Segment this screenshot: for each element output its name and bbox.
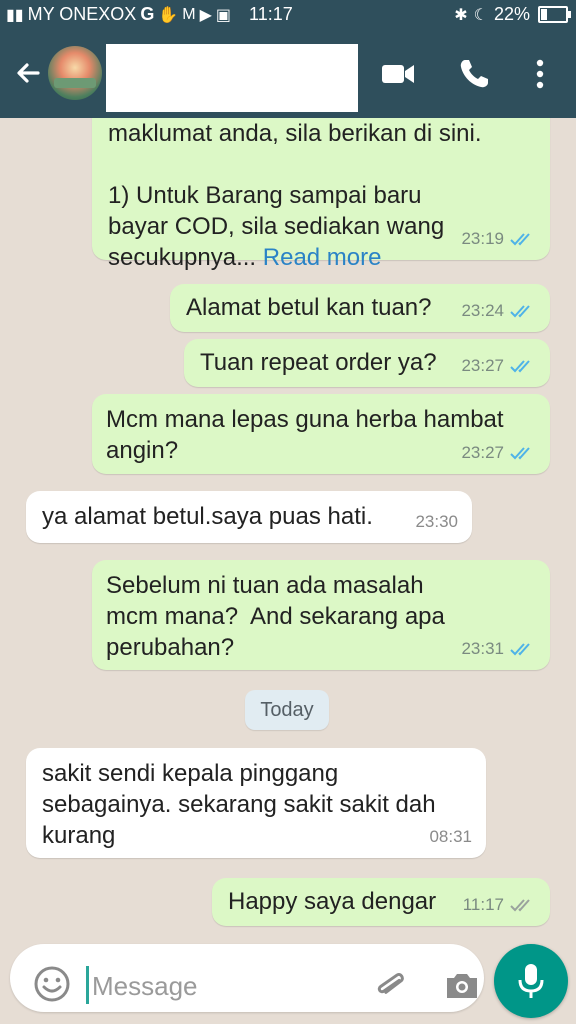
- message-meta: 11:17: [463, 889, 536, 920]
- microphone-icon[interactable]: [494, 944, 568, 1018]
- paperclip-icon[interactable]: [370, 966, 410, 1006]
- message-meta: 08:31: [429, 821, 472, 852]
- more-vertical-icon[interactable]: [522, 56, 558, 92]
- message-text: Mcm mana lepas guna herba hambat angin?: [106, 406, 504, 464]
- message-time: 23:31: [461, 639, 504, 658]
- message-time: 23:24: [461, 301, 504, 320]
- read-more-link[interactable]: Read more: [256, 244, 382, 271]
- status-time: 11:17: [249, 4, 293, 24]
- emoji-icon[interactable]: [32, 964, 72, 1004]
- message-text: Happy saya dengar: [228, 888, 437, 915]
- contact-name-redacted[interactable]: [106, 44, 358, 112]
- double-check-icon: [510, 304, 530, 317]
- camera-icon[interactable]: [442, 966, 482, 1006]
- double-check-icon: [510, 232, 530, 245]
- double-check-icon: [510, 898, 530, 911]
- message-time: 23:27: [461, 443, 504, 462]
- image-icon: ▣: [215, 6, 232, 24]
- battery-percent: 22%: [493, 4, 530, 24]
- message-text: ya alamat betul.saya puas hati.: [42, 503, 373, 530]
- message-input-container[interactable]: [10, 944, 484, 1012]
- message-bubble[interactable]: Sebelum ni tuan ada masalah mcm mana? An…: [92, 560, 550, 670]
- message-text: Alamat betul kan tuan?: [186, 294, 432, 321]
- bluetooth-icon: ✱: [454, 6, 468, 24]
- double-check-icon: [510, 359, 530, 372]
- message-bubble[interactable]: Happy saya dengar 11:17: [212, 878, 550, 926]
- carrier-name: MY ONEXOX: [27, 4, 137, 24]
- status-bar: ▮▮ MY ONEXOX G ✋ M ▶ ▣ 11:17 ✱ ☾ 22%: [0, 0, 576, 30]
- message-meta: 23:24: [461, 295, 536, 326]
- message-time: 23:27: [461, 356, 504, 375]
- message-meta: 23:30: [415, 506, 458, 537]
- message-bubble[interactable]: Tuan repeat order ya? 23:27: [184, 339, 550, 387]
- play-icon: ▶: [199, 6, 212, 24]
- night-mode-icon: ☾: [473, 6, 488, 24]
- message-time: 23:30: [415, 512, 458, 531]
- chat-header: [0, 30, 576, 118]
- contact-avatar[interactable]: [48, 46, 102, 100]
- message-time: 11:17: [462, 895, 504, 914]
- arrow-left-icon[interactable]: [8, 54, 48, 94]
- message-bubble[interactable]: ya alamat betul.saya puas hati. 23:30: [26, 491, 472, 543]
- message-text: Tuan repeat order ya?: [200, 349, 437, 376]
- double-check-icon: [510, 642, 530, 655]
- gmail-icon: M: [182, 5, 196, 23]
- message-time: 08:31: [429, 827, 472, 846]
- message-bubble[interactable]: Mcm mana lepas guna herba hambat angin? …: [92, 394, 550, 474]
- message-bubble[interactable]: sakit sendi kepala pinggang sebagainya. …: [26, 748, 486, 858]
- message-meta: 23:19: [461, 223, 536, 254]
- network-type-icon: G: [140, 4, 155, 24]
- video-camera-icon[interactable]: [380, 56, 416, 92]
- message-meta: 23:31: [461, 633, 536, 664]
- phone-icon[interactable]: [456, 56, 492, 92]
- composer-bar: [0, 938, 576, 1024]
- message-bubble[interactable]: maklumat anda, sila berikan di sini. 1) …: [92, 118, 550, 271]
- message-input[interactable]: [90, 964, 344, 1008]
- signal-icon: ▮▮: [6, 6, 24, 24]
- battery-icon: [538, 6, 571, 23]
- message-text: sakit sendi kepala pinggang sebagainya. …: [42, 760, 436, 849]
- text-cursor: [86, 966, 89, 1004]
- message-text: Sebelum ni tuan ada masalah mcm mana? An…: [106, 572, 445, 661]
- double-check-icon: [510, 446, 530, 459]
- date-separator: Today: [245, 690, 329, 730]
- message-list[interactable]: maklumat anda, sila berikan di sini. 1) …: [0, 118, 576, 938]
- message-bubble[interactable]: Alamat betul kan tuan? 23:24: [170, 284, 550, 332]
- notification-icon: ✋: [158, 6, 179, 24]
- message-meta: 23:27: [461, 437, 536, 468]
- message-meta: 23:27: [461, 350, 536, 381]
- message-time: 23:19: [461, 229, 504, 248]
